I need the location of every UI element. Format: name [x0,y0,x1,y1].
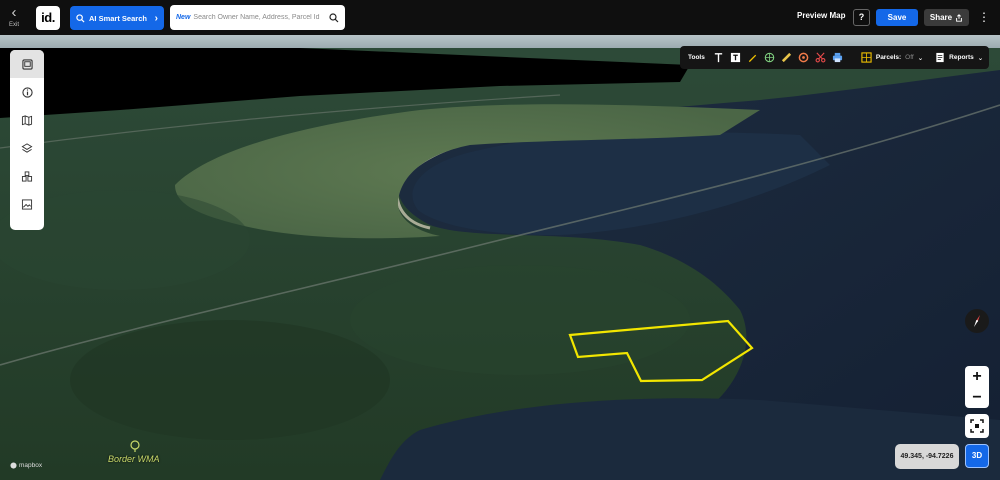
exit-button[interactable]: ‹ Exit [4,4,24,30]
draw-tool-button[interactable] [747,51,758,64]
park-icon [130,440,140,452]
cut-tool-button[interactable] [815,51,826,64]
buildings-icon [21,170,33,182]
parcels-label: Parcels: [875,54,902,61]
pencil-icon [748,54,757,63]
text-box-tool-button[interactable] [730,51,741,64]
text-icon [714,53,723,63]
globe-pin-icon [764,52,775,63]
left-toolbar [10,50,44,230]
layout-panel-icon [21,58,33,70]
more-options-icon[interactable]: ⋮ [978,10,990,24]
exit-label: Exit [8,22,19,28]
focus-frame-icon [970,419,984,433]
preview-map-button[interactable]: Preview Map [797,11,845,20]
text-box-icon [730,52,740,63]
chevron-left-icon: ‹ [11,4,17,21]
mapbox-logo-icon [10,462,17,469]
search-input[interactable]: Search Owner Name, Address, Parcel Id [193,14,329,21]
share-button[interactable]: Share [924,9,969,26]
map-icon [21,114,33,126]
zoom-control: + − [965,366,989,408]
zoom-out-button[interactable]: − [965,387,989,408]
chevron-right-icon: › [154,12,158,24]
search-icon [76,13,85,23]
ai-smart-search-label: AI Smart Search [89,13,147,23]
tools-bar: Tools Parcels: Off ⌄ Reports ⌄ [680,46,989,69]
chevron-down-icon: ⌄ [917,54,924,62]
info-icon [21,86,33,98]
coordinates-readout: 49.345, -94.7226 [895,444,959,469]
info-button[interactable] [10,78,44,106]
globe-tool-button[interactable] [764,51,775,64]
scissors-icon [815,52,826,63]
layers-icon [21,142,33,153]
app-logo[interactable]: id. [36,6,60,30]
compass-icon [974,315,980,327]
poi-label[interactable]: Border WMA [108,454,160,464]
help-button[interactable]: ? [853,9,870,26]
map-style-button[interactable] [10,106,44,134]
share-label: Share [929,13,953,22]
tools-label: Tools [688,54,705,61]
compass-button[interactable] [965,309,989,333]
ruler-icon [781,52,791,63]
new-badge: New [176,14,191,21]
layout-panel-button[interactable] [10,50,44,78]
print-tool-button[interactable] [832,51,843,64]
ruler-tool-button[interactable] [781,51,792,64]
zoom-in-button[interactable]: + [965,366,989,387]
reports-dropdown[interactable]: Reports ⌄ [935,52,983,63]
buildings-button[interactable] [10,162,44,190]
search-icon[interactable] [329,12,339,23]
save-button[interactable]: Save [876,9,918,26]
share-icon [956,13,962,22]
printer-icon [832,52,842,63]
mapbox-attribution[interactable]: mapbox [10,462,42,469]
report-icon [936,52,944,63]
view-3d-button[interactable]: 3D [965,444,989,468]
search-bar[interactable]: New Search Owner Name, Address, Parcel I… [170,5,345,30]
mapbox-attribution-label: mapbox [19,462,43,469]
parcel-grid-icon [861,52,872,63]
image-export-icon [21,198,33,210]
image-export-button[interactable] [10,190,44,218]
chevron-down-icon: ⌄ [977,54,984,62]
reports-label: Reports [949,54,974,61]
parcels-toggle[interactable]: Parcels: Off ⌄ [861,52,923,63]
ai-smart-search-button[interactable]: AI Smart Search › [70,6,164,30]
parcels-state: Off [905,54,914,61]
satellite-map[interactable] [0,35,1000,480]
radius-tool-button[interactable] [798,51,809,64]
layers-button[interactable] [10,134,44,162]
radius-icon [798,52,809,63]
top-bar: ‹ Exit id. AI Smart Search › New Search … [0,0,1000,35]
fit-bounds-button[interactable] [965,414,989,438]
text-tool-button[interactable] [713,51,724,64]
